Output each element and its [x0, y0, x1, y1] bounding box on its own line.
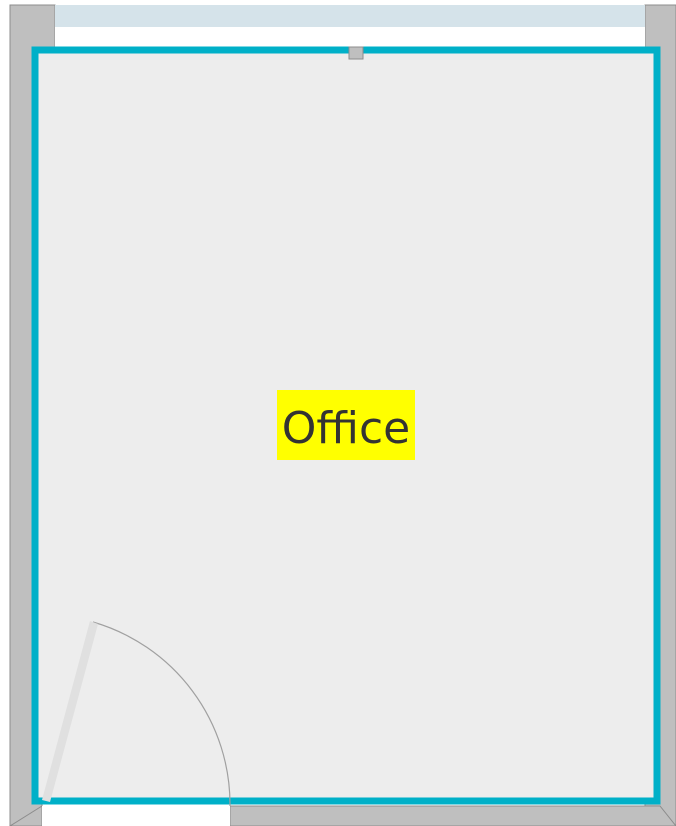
wall-bottom [229, 805, 676, 826]
floor-plan: Office [9, 4, 676, 826]
window-glass [55, 5, 645, 27]
window [55, 5, 645, 47]
door-sill [42, 806, 230, 826]
room-label-text: Office [282, 403, 410, 454]
door-opening-sill [42, 806, 230, 826]
room-label: Office [277, 390, 415, 460]
wall-marker [348, 46, 364, 60]
window-frame [55, 27, 645, 47]
